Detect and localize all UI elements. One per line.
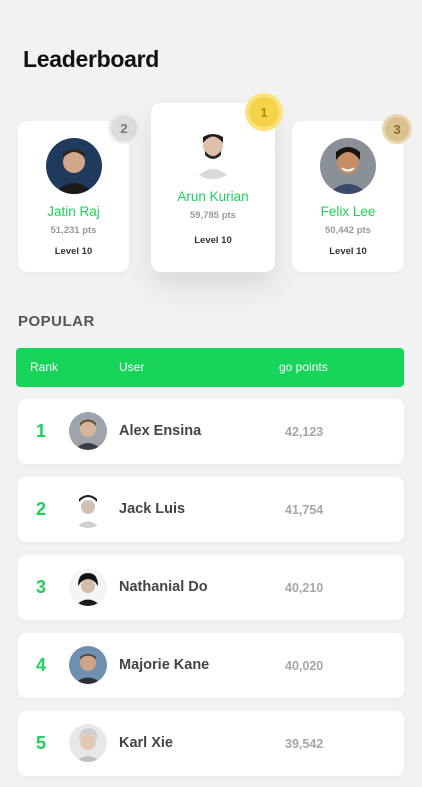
rank-badge-first: 1: [245, 93, 283, 131]
row-points: 40,020: [285, 659, 324, 673]
avatar: [185, 123, 241, 179]
row-rank: 2: [36, 499, 47, 519]
row-rank: 4: [36, 655, 47, 675]
podium-card-third[interactable]: Felix Lee 50,442 pts Level 10: [292, 121, 404, 272]
table-row[interactable]: 2 Jack Luis 41,754: [18, 477, 404, 542]
podium-name: Arun Kurian: [177, 189, 249, 204]
row-user-name: Jack Luis: [119, 501, 186, 517]
podium-level: Level 10: [329, 246, 367, 257]
table-header: Rank User go points: [16, 348, 404, 387]
avatar: [69, 724, 107, 762]
row-rank: 1: [36, 421, 47, 441]
row-user-name: Majorie Kane: [119, 657, 210, 673]
column-user: User: [119, 360, 145, 374]
avatar: [320, 138, 376, 194]
row-user-name: Karl Xie: [119, 735, 173, 751]
podium-level: Level 10: [54, 246, 93, 257]
avatar: [45, 138, 102, 194]
avatar: [69, 568, 107, 606]
row-rank: 3: [36, 577, 47, 597]
podium-points: 59,785 pts: [190, 210, 236, 221]
podium-points: 51,231 pts: [50, 225, 97, 236]
avatar: [69, 646, 107, 684]
column-rank: Rank: [30, 360, 59, 374]
table-row[interactable]: 1 Alex Ensina 42,123: [18, 399, 404, 464]
podium-points: 50,442 pts: [325, 225, 371, 236]
table-row[interactable]: 3 Nathanial Do 40,210: [18, 555, 404, 620]
column-points: go points: [279, 360, 328, 374]
rank-badge-second: 2: [108, 112, 140, 144]
row-points: 39,542: [285, 737, 324, 751]
podium-card-second[interactable]: Jatin Raj 51,231 pts Level 10: [18, 121, 129, 272]
rank-badge-third: 3: [382, 114, 412, 144]
row-user-name: Alex Ensina: [119, 423, 202, 439]
avatar: [69, 412, 107, 450]
row-points: 40,210: [285, 581, 324, 595]
row-points: 41,754: [285, 503, 324, 517]
row-user-name: Nathanial Do: [119, 579, 208, 595]
table-row[interactable]: 5 Karl Xie 39,542: [18, 711, 404, 776]
podium-name: Jatin Raj: [47, 204, 100, 219]
podium-name: Felix Lee: [320, 204, 376, 219]
podium-level: Level 10: [194, 235, 232, 246]
row-rank: 5: [36, 733, 47, 753]
section-heading: POPULAR: [18, 313, 95, 330]
page-title: Leaderboard: [23, 46, 160, 72]
avatar: [69, 490, 107, 528]
row-points: 42,123: [285, 425, 324, 439]
table-row[interactable]: 4 Majorie Kane 40,020: [18, 633, 404, 698]
